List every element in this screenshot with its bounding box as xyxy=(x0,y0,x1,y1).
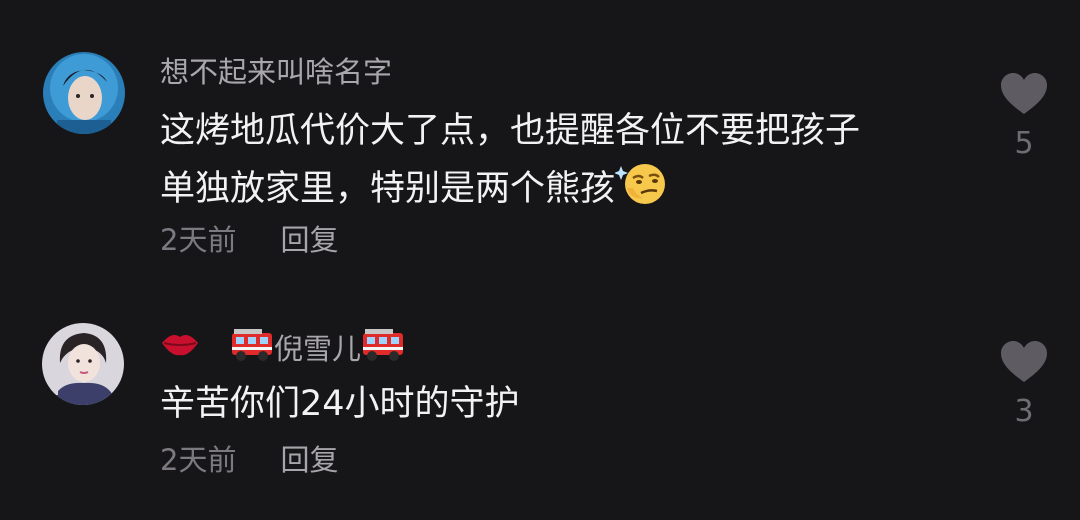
fire-engine-icon xyxy=(230,325,274,373)
reply-button[interactable]: 回复 xyxy=(280,223,338,257)
comment-text-line: 这烤地瓜代价大了点，也提醒各位不要把孩子 xyxy=(160,111,861,151)
lips-icon xyxy=(160,327,200,371)
like-count: 3 xyxy=(1014,394,1034,429)
timestamp: 2天前 xyxy=(160,223,237,257)
like-button[interactable]: 3 xyxy=(996,340,1052,430)
comment-text: 这烤地瓜代价大了点，也提醒各位不要把孩子 单独放家里，特别是两个熊孩 xyxy=(160,104,860,222)
comment-meta: 2天前 回复 xyxy=(160,220,338,260)
comment-text: 辛苦你们24小时的守护 xyxy=(160,384,520,424)
comment-meta: 2天前 回复 xyxy=(160,440,338,480)
reply-button[interactable]: 回复 xyxy=(280,443,338,477)
avatar[interactable] xyxy=(42,323,124,405)
avatar[interactable] xyxy=(43,52,125,134)
comment-text-line: 单独放家里，特别是两个熊孩 xyxy=(160,158,860,222)
comment-text-line-content: 单独放家里，特别是两个熊孩 xyxy=(160,169,616,209)
like-count: 5 xyxy=(1014,126,1034,161)
username[interactable]: 想不起来叫啥名字 xyxy=(160,52,392,92)
heart-icon[interactable] xyxy=(999,73,1049,120)
timestamp: 2天前 xyxy=(160,443,237,477)
fire-engine-icon xyxy=(361,325,405,373)
username-text[interactable]: 倪雪儿 xyxy=(274,329,361,369)
like-button[interactable]: 5 xyxy=(996,72,1052,162)
heart-icon[interactable] xyxy=(999,341,1049,388)
username[interactable]: 倪雪儿 xyxy=(160,325,405,373)
smirk-face-icon xyxy=(614,158,667,222)
